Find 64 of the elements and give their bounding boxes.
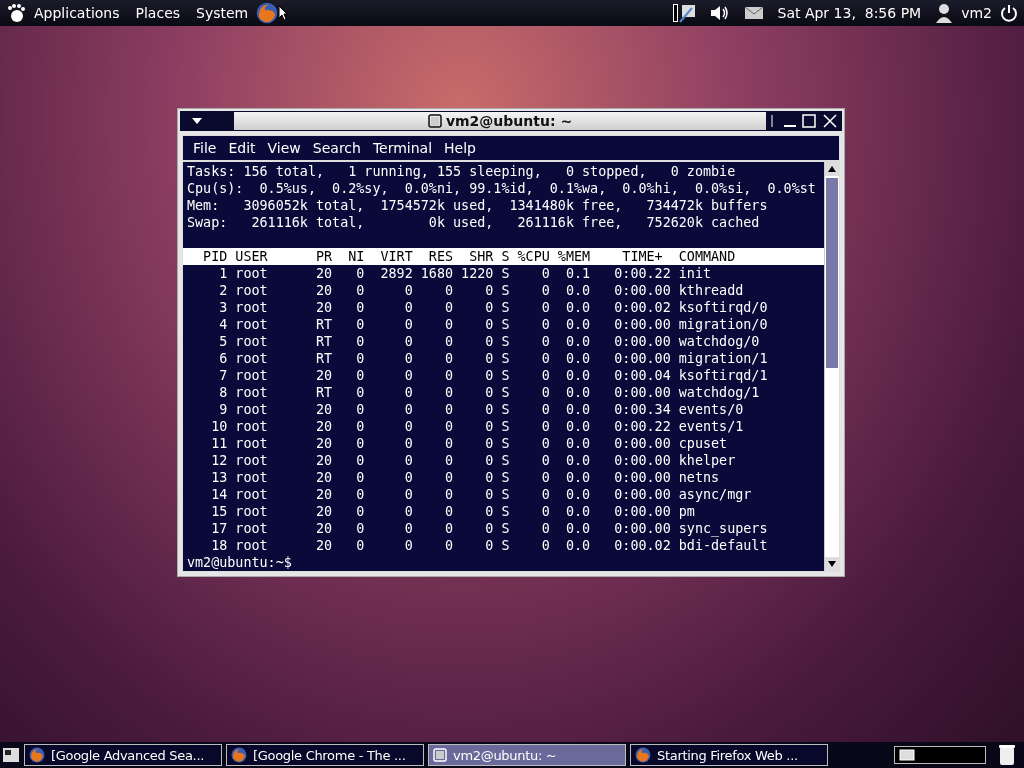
power-icon[interactable]: [1000, 4, 1018, 22]
panel-menu[interactable]: Places: [127, 5, 189, 21]
process-line: 3 root 20 0 0 0 0 S 0 0.0 0:00.02 ksoftirqd/0: [218, 299, 769, 316]
summary-line: Swap: 261116k total, 0k used, 261116k free, 752620k cached: [187, 214, 761, 231]
taskbar-button[interactable]: Starting Firefox Web ...: [630, 744, 828, 766]
taskbar-label: vm2@ubuntu: ~: [453, 747, 557, 763]
menu-item[interactable]: Help: [438, 140, 482, 156]
taskbar-label: [Google Chrome - The ...: [253, 747, 406, 763]
process-line: 13 root 20 0 0 0 0 S 0 0.0 0:00.00 netns: [210, 469, 721, 486]
scroll-down-icon[interactable]: [828, 561, 836, 567]
browser-icon: [29, 747, 45, 763]
menu-item[interactable]: Search: [306, 140, 367, 156]
process-line: 18 root 20 0 0 0 0 S 0 0.0 0:00.02 bdi-default: [210, 537, 769, 554]
summary-line: Cpu(s): 0.5%us, 0.2%sy, 0.0%ni, 99.1%id, 0.1%wa, 0.0%hi, 0.0%si, 0.0%st: [187, 180, 817, 197]
browser-icon: [256, 2, 279, 24]
taskbar-button[interactable]: [Google Chrome - The ...: [226, 744, 424, 766]
menu-item[interactable]: File: [187, 140, 223, 156]
process-line: 1 root 20 0 2892 1680 1220 S 0 0.1 0:00.22 init: [218, 265, 713, 282]
process-line: 4 root RT 0 0 0 0 S 0 0.0 0:00.00 migration/0: [218, 316, 769, 333]
browser-icon: [231, 747, 247, 763]
taskbar-button[interactable]: [Google Advanced Sea...: [24, 744, 222, 766]
summary-line: Mem: 3096052k total, 1754572k used, 1341480k free, 734472k buffers: [187, 197, 769, 214]
panel-menu[interactable]: System: [188, 5, 257, 21]
taskbar-label: Starting Firefox Web ...: [657, 747, 798, 763]
process-line: 14 root 20 0 0 0 0 S 0 0.0 0:00.00 async/mgr: [210, 486, 753, 503]
terminal-icon: [427, 114, 442, 128]
scrollbar-thumb[interactable]: [826, 178, 838, 368]
user-name[interactable]: vm2: [953, 5, 1000, 21]
window-menu-icon[interactable]: [190, 116, 204, 126]
process-line: 8 root RT 0 0 0 0 S 0 0.0 0:00.00 watchdog/1: [218, 384, 761, 401]
pointer-icon: [278, 5, 289, 21]
summary-line: Tasks: 156 total, 1 running, 155 sleeping, 0 stopped, 0 zombie: [187, 163, 737, 180]
process-line: 10 root 20 0 0 0 0 S 0 0.0 0:00.22 events/1: [210, 418, 745, 435]
menu-item[interactable]: Edit: [222, 140, 262, 156]
window-title: vm2@ubuntu: ~: [445, 113, 573, 129]
trash-icon[interactable]: [998, 744, 1016, 766]
process-line: 11 root 20 0 0 0 0 S 0 0.0 0:00.00 cpuset: [210, 435, 729, 452]
network-icon[interactable]: [671, 3, 696, 23]
process-line: 15 root 20 0 0 0 0 S 0 0.0 0:00.00 pm: [210, 503, 696, 520]
process-line: 12 root 20 0 0 0 0 S 0 0.0 0:00.00 khelper: [210, 452, 737, 469]
terminal-icon: [433, 748, 447, 762]
taskbar-button[interactable]: vm2@ubuntu: ~: [428, 744, 626, 766]
process-line: 9 root 20 0 0 0 0 S 0 0.0 0:00.34 events/0: [218, 401, 745, 418]
column-header-bar: PID USER PR NI VIRT RES SHR S %CPU %MEM TIME+ COMMAND: [183, 248, 824, 265]
scroll-up-icon[interactable]: [828, 166, 836, 172]
volume-icon[interactable]: [709, 5, 730, 21]
user-icon: [935, 3, 954, 23]
shell-prompt: vm2@ubuntu:~$: [187, 554, 293, 571]
process-line: 7 root 20 0 0 0 0 S 0 0.0 0:00.04 ksoftirqd/1: [218, 367, 769, 384]
menu-item[interactable]: View: [261, 140, 307, 156]
show-desktop-icon[interactable]: [2, 746, 20, 764]
taskbar-label: [Google Advanced Sea...: [51, 747, 205, 763]
foot-logo-icon[interactable]: [6, 3, 26, 23]
process-line: 6 root RT 0 0 0 0 S 0 0.0 0:00.00 migration/1: [218, 350, 769, 367]
panel-menu[interactable]: Applications: [26, 5, 128, 21]
process-line: 5 root RT 0 0 0 0 S 0 0.0 0:00.00 watchdog/0: [218, 333, 761, 350]
clock[interactable]: Sat Apr 13, 8:56 PM: [777, 5, 922, 21]
workspace-window-icon: [899, 749, 915, 761]
process-line: 2 root 20 0 0 0 0 S 0 0.0 0:00.00 kthreadd: [218, 282, 745, 299]
mail-icon[interactable]: [743, 6, 764, 20]
process-line: 17 root 20 0 0 0 0 S 0 0.0 0:00.00 sync_supers: [210, 520, 769, 537]
browser-icon: [635, 747, 651, 763]
menu-item[interactable]: Terminal: [366, 140, 439, 156]
workspace-switcher[interactable]: [894, 746, 986, 764]
